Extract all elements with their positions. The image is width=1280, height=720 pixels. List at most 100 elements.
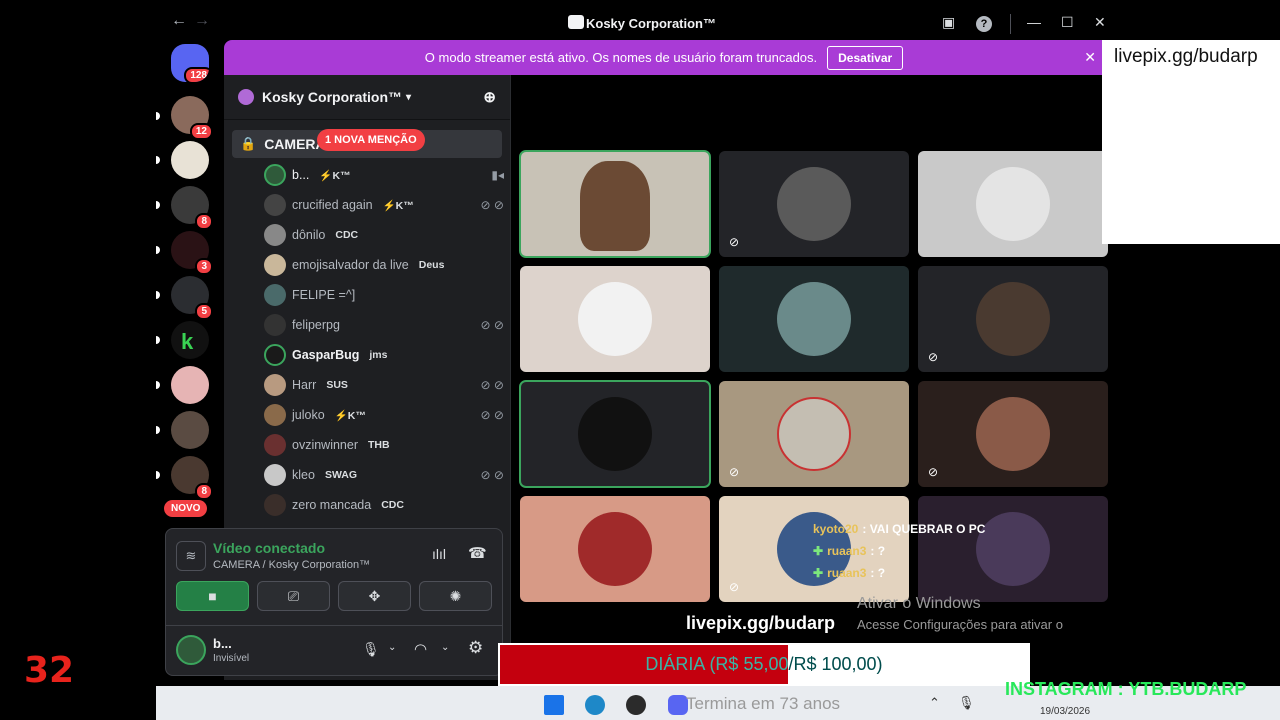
server-icon[interactable]: k	[171, 321, 209, 359]
video-tile[interactable]	[519, 380, 711, 488]
member-tag: THB	[368, 439, 390, 451]
camera-off-icon: ⊘	[729, 465, 740, 479]
close-banner-icon[interactable]: ✕	[1084, 49, 1096, 66]
screen-share-icon: ⎚	[287, 587, 300, 604]
activities-button[interactable]: ✥	[338, 581, 411, 611]
screen-share-button[interactable]: ⎚	[257, 581, 330, 611]
server-icon[interactable]: 12	[171, 96, 213, 140]
k-logo-icon: k	[181, 329, 194, 354]
avatar	[264, 494, 286, 516]
member-name: emojisalvador da live	[292, 258, 409, 272]
microphone-icon[interactable]: 🎙	[362, 641, 380, 658]
member-row[interactable]: Harr SUS ⊘ ⊘	[264, 371, 504, 399]
windows-start-icon[interactable]	[544, 695, 564, 715]
camera-off-icon: ⊘	[928, 350, 939, 364]
microphone-icon[interactable]: 🎙	[958, 695, 975, 711]
server-icon[interactable]: 3	[171, 231, 213, 275]
discord-icon[interactable]	[668, 695, 688, 715]
soundboard-icon[interactable]: ılıl	[432, 546, 446, 562]
video-tile[interactable]	[918, 151, 1108, 257]
server-icon[interactable]	[171, 411, 209, 449]
avatar	[264, 224, 286, 246]
mention-pill[interactable]: 1 NOVA MENÇÃO	[317, 129, 425, 151]
disconnect-icon[interactable]: ☎	[468, 544, 487, 562]
signal-icon[interactable]: ≋	[176, 541, 206, 571]
chat-line: ✚ ruaan3: ?	[813, 540, 1013, 562]
server-icon[interactable]: 8	[171, 456, 213, 500]
activate-subtitle: Acesse Configurações para ativar o	[857, 617, 1063, 632]
user-status: Invisível	[213, 653, 250, 664]
member-row[interactable]: emojisalvador da live Deus	[264, 251, 504, 279]
user-avatar[interactable]	[176, 635, 206, 665]
video-tile[interactable]	[519, 150, 711, 258]
chevron-down-icon: ▾	[406, 91, 412, 103]
inbox-icon[interactable]: ▣	[942, 14, 955, 31]
video-tile[interactable]: ⊘	[918, 266, 1108, 372]
member-row[interactable]: b... ⚡K™ ▮◂	[264, 161, 504, 189]
camera-icon: ■	[208, 588, 217, 604]
member-name: dônilo	[292, 228, 326, 242]
server-icon[interactable]: 5	[171, 276, 213, 320]
member-row[interactable]: FELIPE =^]	[264, 281, 504, 309]
edge-browser-icon[interactable]	[585, 695, 605, 715]
chevron-down-icon[interactable]: ⌄	[441, 642, 449, 653]
member-name: feliperpg	[292, 318, 340, 332]
chat-message: : VAI QUEBRAR O PC	[862, 522, 986, 536]
video-tile[interactable]	[520, 496, 710, 602]
unread-pip	[156, 471, 160, 479]
server-badge: 8	[195, 213, 213, 230]
video-tile[interactable]	[520, 266, 710, 372]
guild-header[interactable]: Kosky Corporation™ ▾ ⊕	[224, 75, 510, 120]
voice-location: CAMERA / Kosky Corporation™	[213, 559, 371, 571]
maximize-button[interactable]: ☐	[1061, 14, 1074, 31]
chat-message: : ?	[870, 544, 886, 558]
home-button[interactable]: 128	[171, 44, 209, 82]
daily-goal-bar: DIÁRIA (R$ 55,00/R$ 100,00)	[498, 643, 1030, 686]
unread-pip	[156, 291, 160, 299]
server-icon[interactable]: 8	[171, 186, 213, 230]
chat-user: kyoto20	[813, 522, 859, 536]
chat-message: : ?	[870, 566, 886, 580]
camera-button[interactable]: ■	[176, 581, 249, 611]
avatar	[578, 282, 652, 356]
disable-streamer-button[interactable]: Desativar	[827, 45, 904, 70]
avatar	[264, 434, 286, 456]
member-row[interactable]: zero mancada CDC	[264, 491, 504, 519]
member-row[interactable]: dônilo CDC	[264, 221, 504, 249]
video-tile[interactable]: ⊘	[719, 381, 909, 487]
obs-icon[interactable]	[626, 695, 646, 715]
server-icon[interactable]	[171, 366, 209, 404]
video-tile[interactable]	[719, 266, 909, 372]
video-tile[interactable]: ⊘	[719, 151, 909, 257]
member-tag: CDC	[381, 499, 404, 511]
member-name: b...	[292, 168, 310, 182]
close-button[interactable]: ✕	[1094, 14, 1106, 31]
headphones-icon[interactable]: ◠	[414, 640, 427, 658]
member-row[interactable]: kleo SWAG ⊘ ⊘	[264, 461, 504, 489]
chevron-down-icon[interactable]: ⌄	[388, 642, 396, 653]
minimize-button[interactable]: —	[1027, 14, 1041, 30]
video-tile[interactable]: ⊘	[918, 381, 1108, 487]
member-row[interactable]: crucified again ⚡K™ ⊘ ⊘	[264, 191, 504, 219]
member-row[interactable]: feliperpg ⊘ ⊘	[264, 311, 504, 339]
member-row[interactable]: ovzinwinner THB	[264, 431, 504, 459]
chevron-up-icon[interactable]: ⌃	[929, 695, 940, 711]
member-name: zero mancada	[292, 498, 372, 512]
new-pill[interactable]: NOVO	[164, 500, 208, 517]
chat-user: ruaan3	[827, 544, 867, 558]
camera-off-icon: ⊘	[928, 465, 939, 479]
plus-icon: ✚	[813, 566, 824, 580]
settings-gear-icon[interactable]: ⚙	[468, 638, 483, 658]
member-row[interactable]: GasparBug jms	[264, 341, 504, 369]
server-icon[interactable]	[171, 141, 209, 179]
muted-icon: ⊘ ⊘	[480, 318, 504, 332]
member-name: crucified again	[292, 198, 373, 212]
avatar	[264, 404, 286, 426]
avatar	[264, 194, 286, 216]
help-icon[interactable]: ?	[976, 16, 992, 32]
add-member-icon[interactable]: ⊕	[483, 88, 496, 106]
member-row[interactable]: juloko ⚡K™ ⊘ ⊘	[264, 401, 504, 429]
avatar	[264, 464, 286, 486]
soundboard-button[interactable]: ✺	[419, 581, 492, 611]
camera-off-icon: ⊘	[729, 580, 740, 594]
